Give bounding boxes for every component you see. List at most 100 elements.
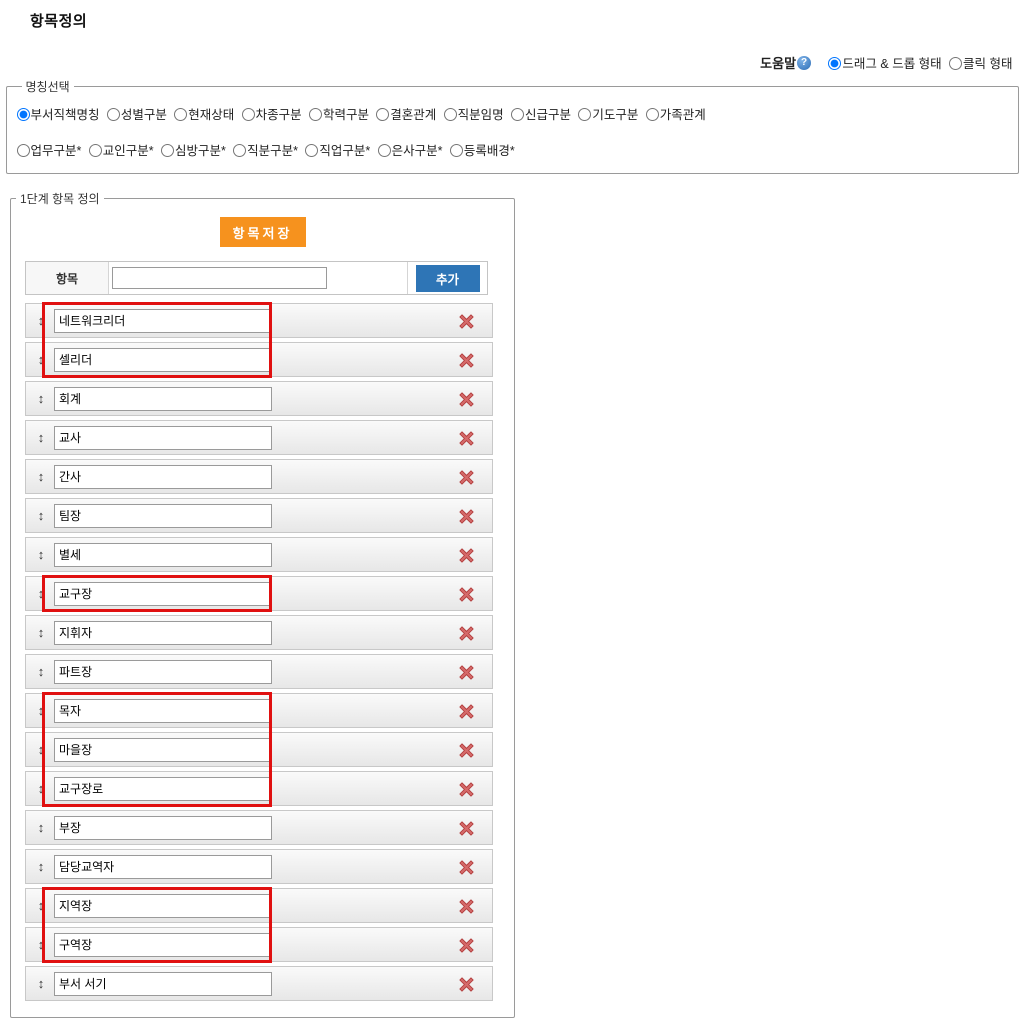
delete-icon[interactable] <box>459 899 474 914</box>
delete-icon[interactable] <box>459 392 474 407</box>
item-value-input[interactable] <box>54 932 272 957</box>
drag-handle-icon[interactable]: ↕ <box>35 392 47 405</box>
item-value-input[interactable] <box>54 893 272 918</box>
delete-icon[interactable] <box>459 314 474 329</box>
drag-handle-icon[interactable]: ↕ <box>35 353 47 366</box>
radio-option[interactable]: 성별구분 <box>106 108 167 122</box>
radio-option[interactable]: 기도구분 <box>578 108 638 122</box>
item-value-input[interactable] <box>54 815 272 840</box>
drag-handle-icon[interactable]: ↕ <box>35 626 47 639</box>
drag-handle-icon[interactable]: ↕ <box>35 470 47 483</box>
item-value-input[interactable] <box>54 503 272 528</box>
radio-input[interactable] <box>305 144 319 157</box>
drag-handle-icon[interactable]: ↕ <box>35 782 47 795</box>
radio-option-label: 차종구분 <box>255 108 302 122</box>
radio-option[interactable]: 학력구분 <box>308 108 369 122</box>
radio-option[interactable]: 직업구분* <box>305 144 370 158</box>
delete-icon[interactable] <box>459 938 474 953</box>
help-label[interactable]: 도움말 <box>760 56 796 71</box>
radio-option[interactable]: 심방구분* <box>160 144 226 158</box>
radio-option[interactable]: 은사구분* <box>377 144 442 158</box>
radio-input[interactable] <box>308 108 322 121</box>
radio-option[interactable]: 결혼관계 <box>376 108 436 122</box>
radio-input[interactable] <box>645 108 659 121</box>
radio-option[interactable]: 업무구분* <box>16 144 81 158</box>
delete-icon[interactable] <box>459 821 474 836</box>
radio-option[interactable]: 부서직책명칭 <box>16 108 100 122</box>
delete-icon[interactable] <box>459 353 474 368</box>
delete-icon[interactable] <box>459 782 474 797</box>
radio-input[interactable] <box>174 108 188 121</box>
item-value-input[interactable] <box>54 698 272 723</box>
item-value-input[interactable] <box>54 776 272 801</box>
item-value-input[interactable] <box>54 854 272 879</box>
radio-input[interactable] <box>376 108 390 121</box>
drag-handle-icon[interactable]: ↕ <box>35 665 47 678</box>
item-value-input[interactable] <box>54 425 272 450</box>
item-value-input[interactable] <box>54 971 272 996</box>
radio-input[interactable] <box>828 57 842 70</box>
drag-handle-icon[interactable]: ↕ <box>35 509 47 522</box>
drag-handle-icon[interactable]: ↕ <box>35 431 47 444</box>
radio-option[interactable]: 직분임명 <box>443 108 504 122</box>
radio-input[interactable] <box>377 144 391 157</box>
radio-input[interactable] <box>511 108 525 121</box>
delete-icon[interactable] <box>459 704 474 719</box>
delete-icon[interactable] <box>459 509 474 524</box>
radio-option[interactable]: 직분구분* <box>233 144 298 158</box>
radio-input[interactable] <box>449 144 463 157</box>
radio-option[interactable]: 현재상태 <box>174 108 234 122</box>
drag-handle-icon[interactable]: ↕ <box>35 704 47 717</box>
radio-option[interactable]: 등록배경* <box>449 144 515 158</box>
drag-handle-icon[interactable]: ↕ <box>35 938 47 951</box>
drag-handle-icon[interactable]: ↕ <box>35 548 47 561</box>
radio-input[interactable] <box>106 108 120 121</box>
delete-icon[interactable] <box>459 665 474 680</box>
delete-icon[interactable] <box>459 743 474 758</box>
radio-option[interactable]: 신급구분 <box>511 108 571 122</box>
item-value-input[interactable] <box>54 464 272 489</box>
drag-handle-icon[interactable]: ↕ <box>35 314 47 327</box>
drag-handle-icon[interactable]: ↕ <box>35 977 47 990</box>
question-icon[interactable]: ? <box>797 55 812 70</box>
radio-option[interactable]: 교인구분* <box>88 144 154 158</box>
radio-input[interactable] <box>16 144 30 157</box>
add-button[interactable]: 추가 <box>415 264 480 292</box>
radio-option[interactable]: 드래그 & 드롭 형태 <box>828 57 942 71</box>
drag-handle-icon[interactable]: ↕ <box>35 587 47 600</box>
delete-icon[interactable] <box>459 977 474 992</box>
delete-icon[interactable] <box>459 860 474 875</box>
drag-handle-icon[interactable]: ↕ <box>35 860 47 873</box>
radio-input[interactable] <box>578 108 592 121</box>
delete-icon[interactable] <box>459 548 474 563</box>
delete-icon[interactable] <box>459 470 474 485</box>
delete-icon[interactable] <box>459 431 474 446</box>
save-items-button[interactable]: 항목저장 <box>219 217 306 247</box>
radio-option[interactable]: 가족관계 <box>645 108 706 122</box>
radio-input[interactable] <box>241 108 255 121</box>
delete-icon[interactable] <box>459 626 474 641</box>
radio-input[interactable] <box>443 108 457 121</box>
item-value-input[interactable] <box>54 308 272 333</box>
drag-handle-icon[interactable]: ↕ <box>35 743 47 756</box>
item-value-input[interactable] <box>54 659 272 684</box>
radio-input[interactable] <box>949 57 963 70</box>
radio-option[interactable]: 차종구분 <box>241 108 302 122</box>
radio-input[interactable] <box>160 144 174 157</box>
item-value-input[interactable] <box>54 581 272 606</box>
item-value-input[interactable] <box>54 386 272 411</box>
item-value-input[interactable] <box>54 620 272 645</box>
delete-icon[interactable] <box>459 587 474 602</box>
radio-input[interactable] <box>88 144 102 157</box>
drag-handle-icon[interactable]: ↕ <box>35 821 47 834</box>
radio-option[interactable]: 클릭 형태 <box>949 57 1013 71</box>
item-list: ↕ ↕ ↕ ↕ <box>25 302 493 1001</box>
drag-handle-icon[interactable]: ↕ <box>35 899 47 912</box>
item-value-input[interactable] <box>54 737 272 762</box>
item-value-input[interactable] <box>54 542 272 567</box>
radio-input[interactable] <box>233 144 247 157</box>
delete-cross-icon <box>459 431 474 446</box>
radio-input[interactable] <box>16 108 30 121</box>
item-value-input[interactable] <box>54 347 272 372</box>
new-item-input[interactable] <box>112 267 327 289</box>
